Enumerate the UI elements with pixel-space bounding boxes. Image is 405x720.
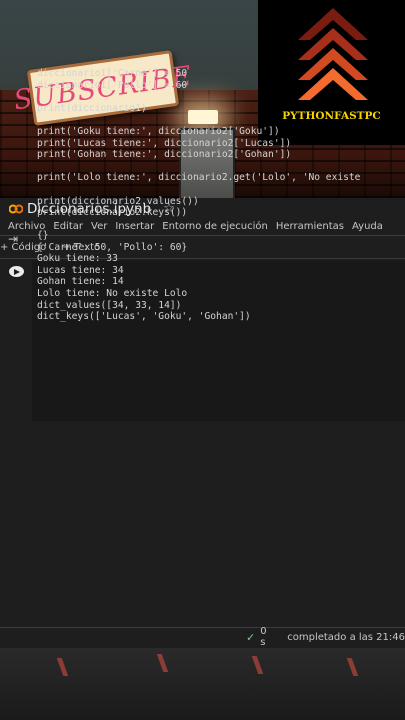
output-toggle-icon[interactable]: ⇥ [8, 232, 18, 246]
code-line: diccionario1['Pollo'] = 60 [37, 79, 188, 91]
code-line: print('Lolo tiene:', diccionario2.get('L… [37, 172, 361, 184]
code-line: print(diccionario2.values()) [37, 195, 199, 207]
output-line: Lolo tiene: No existe Lolo [37, 287, 188, 299]
output-line: dict_keys(['Lucas', 'Goku', 'Gohan']) [37, 311, 251, 323]
code-line: print(diccionario1) [37, 102, 147, 114]
output-line: {'Carne': 50, 'Pollo': 60} [37, 241, 188, 253]
code-line: print(diccionario2.keys()) [37, 207, 188, 219]
run-cell-icon[interactable] [9, 266, 24, 277]
output-line: Lucas tiene: 34 [37, 264, 124, 276]
cell-output: {} {'Carne': 50, 'Pollo': 60} Goku tiene… [37, 230, 251, 323]
execution-duration: 0 s [260, 626, 267, 648]
background-floor [0, 648, 405, 720]
menu-ayuda[interactable]: Ayuda [352, 221, 383, 232]
code-line: print('Lucas tiene:', diccionario2['Luca… [37, 137, 292, 149]
code-text[interactable]: diccionario1['Carne'] = 50 diccionario1[… [37, 68, 360, 219]
status-bar: ✓ 0 s completado a las 21:46 [0, 626, 405, 648]
output-line: dict_values([34, 33, 14]) [37, 299, 182, 311]
check-icon: ✓ [246, 630, 256, 644]
completion-status: completado a las 21:46 [287, 631, 405, 643]
code-line: print('Goku tiene:', diccionario2['Goku'… [37, 125, 280, 137]
code-line: diccionario1['Carne'] = 50 [37, 68, 188, 79]
code-line: print('Gohan tiene:', diccionario2['Goha… [37, 149, 292, 161]
colab-logo-icon [9, 204, 23, 213]
output-line: Gohan tiene: 14 [37, 276, 124, 288]
menu-herramientas[interactable]: Herramientas [276, 221, 344, 232]
output-line: {} [37, 230, 49, 241]
output-line: Goku tiene: 33 [37, 253, 118, 265]
